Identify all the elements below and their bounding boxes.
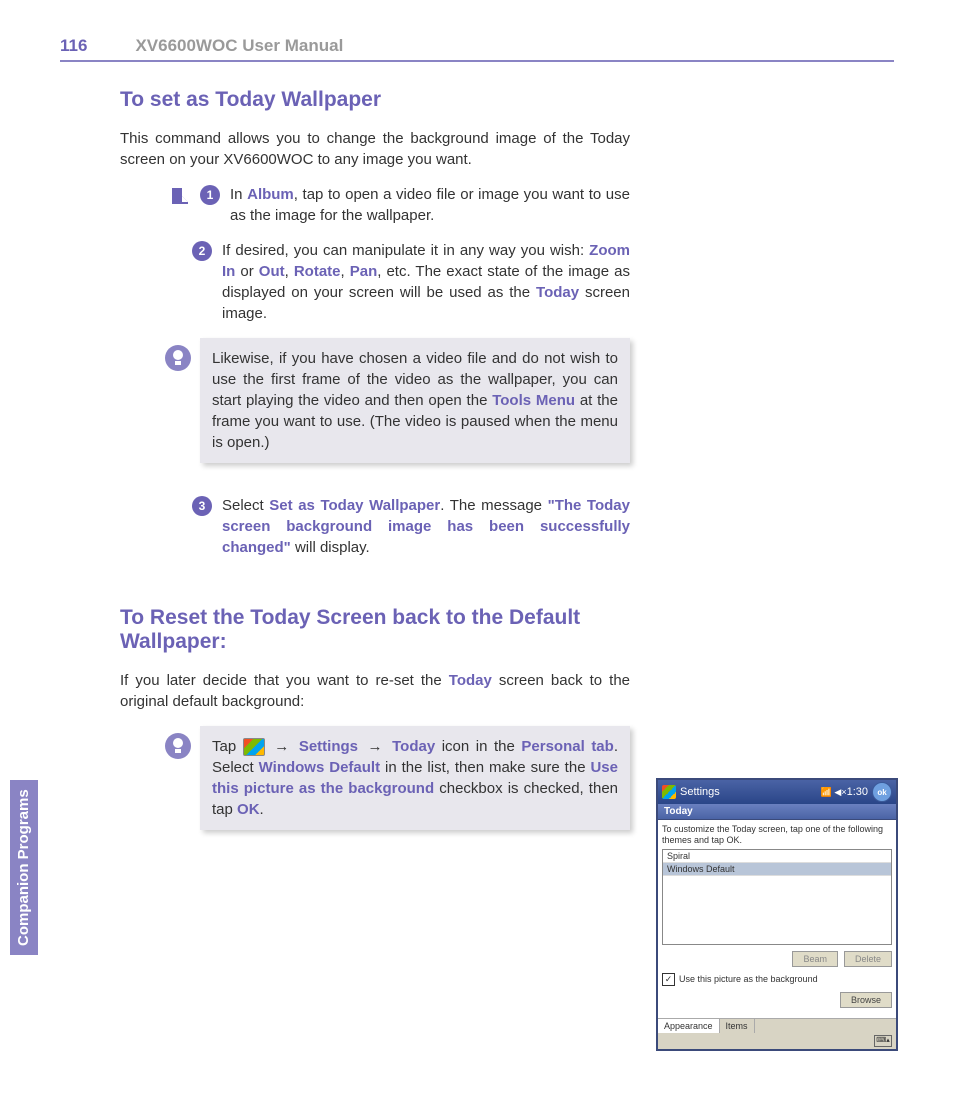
step-1-text: In Album, tap to open a video file or im… bbox=[230, 184, 630, 226]
lightbulb-icon bbox=[164, 344, 192, 372]
list-item[interactable]: Windows Default bbox=[663, 863, 891, 876]
ok-button[interactable]: ok bbox=[872, 782, 892, 802]
checkbox-label: Use this picture as the background bbox=[679, 974, 818, 984]
note-icon bbox=[168, 184, 192, 208]
section2-heading: To Reset the Today Screen back to the De… bbox=[120, 606, 630, 654]
device-titlebar: Settings 📶 ◀× 1:30 ok bbox=[658, 780, 896, 804]
section-heading: To set as Today Wallpaper bbox=[120, 88, 630, 112]
background-checkbox[interactable]: ✓ bbox=[662, 973, 675, 986]
browse-button[interactable]: Browse bbox=[840, 992, 892, 1008]
device-time: 1:30 bbox=[847, 786, 868, 798]
theme-list[interactable]: Spiral Windows Default bbox=[662, 849, 892, 945]
device-title: Settings bbox=[680, 786, 720, 798]
tab-items[interactable]: Items bbox=[720, 1019, 755, 1033]
start-icon bbox=[243, 738, 265, 756]
step-badge-1: 1 bbox=[200, 185, 220, 205]
start-flag-icon bbox=[662, 785, 676, 799]
delete-button[interactable]: Delete bbox=[844, 951, 892, 967]
step-2-text: If desired, you can manipulate it in any… bbox=[222, 240, 630, 324]
list-item[interactable]: Spiral bbox=[663, 850, 891, 863]
step-badge-3: 3 bbox=[192, 496, 212, 516]
side-chapter-label: Companion Programs bbox=[10, 780, 38, 955]
page-number: 116 bbox=[60, 36, 87, 56]
signal-icon: 📶 ◀× bbox=[821, 787, 847, 798]
keyboard-icon[interactable]: ⌨▴ bbox=[874, 1035, 892, 1047]
device-desc: To customize the Today screen, tap one o… bbox=[662, 824, 892, 846]
section-intro: This command allows you to change the ba… bbox=[120, 128, 630, 170]
step-badge-2: 2 bbox=[192, 241, 212, 261]
page-header: 116 XV6600WOC User Manual bbox=[60, 36, 894, 62]
step-3-text: Select Set as Today Wallpaper. The messa… bbox=[222, 495, 630, 558]
lightbulb-icon bbox=[164, 732, 192, 760]
device-screenshot: Settings 📶 ◀× 1:30 ok Today To customize… bbox=[656, 778, 898, 1051]
beam-button[interactable]: Beam bbox=[792, 951, 838, 967]
section2-intro: If you later decide that you want to re-… bbox=[120, 670, 630, 712]
tab-appearance[interactable]: Appearance bbox=[658, 1019, 720, 1033]
today-header: Today bbox=[658, 804, 896, 820]
manual-title: XV6600WOC User Manual bbox=[135, 36, 343, 56]
tip-box-1: Likewise, if you have chosen a video fil… bbox=[200, 338, 630, 463]
tip-box-2: Tap → Settings → Today icon in the Perso… bbox=[200, 726, 630, 830]
